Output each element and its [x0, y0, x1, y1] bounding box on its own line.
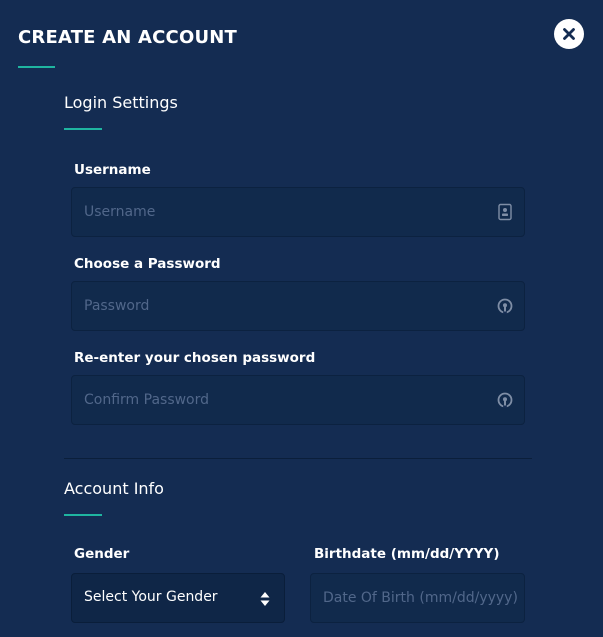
id-card-icon — [498, 203, 512, 221]
birthdate-input[interactable] — [323, 574, 523, 622]
gender-label: Gender — [74, 546, 130, 562]
close-icon — [563, 28, 575, 40]
create-account-modal: CREATE AN ACCOUNT Login Settings Usernam… — [0, 0, 603, 637]
section-divider — [64, 458, 532, 459]
birthdate-label: Birthdate (mm/dd/YYYY) — [314, 546, 500, 562]
lock-icon — [497, 298, 513, 314]
confirm-password-label: Re-enter your chosen password — [74, 350, 316, 366]
title-accent-line — [18, 66, 55, 68]
account-info-heading: Account Info — [64, 479, 164, 498]
password-label: Choose a Password — [74, 256, 221, 272]
username-input[interactable] — [84, 188, 486, 236]
sort-arrows-icon — [260, 592, 270, 606]
gender-selected-value: Select Your Gender — [84, 589, 218, 605]
login-settings-heading: Login Settings — [64, 93, 178, 112]
password-field — [71, 281, 525, 331]
modal-title: CREATE AN ACCOUNT — [18, 27, 238, 48]
gender-select[interactable]: Select Your Gender — [71, 573, 285, 623]
confirm-password-input[interactable] — [84, 376, 486, 424]
birthdate-field — [310, 573, 525, 623]
lock-icon — [497, 392, 513, 408]
username-label: Username — [74, 162, 151, 178]
username-field — [71, 187, 525, 237]
password-input[interactable] — [84, 282, 486, 330]
confirm-password-field — [71, 375, 525, 425]
close-button[interactable] — [554, 19, 584, 49]
login-settings-accent-line — [64, 128, 102, 130]
account-info-accent-line — [64, 514, 102, 516]
